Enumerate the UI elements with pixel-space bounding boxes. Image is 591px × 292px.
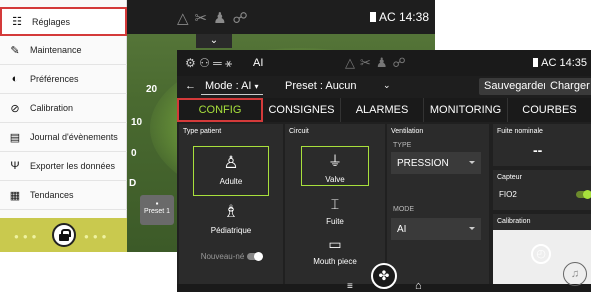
tab-courbes[interactable]: COURBES [508, 98, 591, 122]
status-bar: ⚙ ⚇ ═ ⚹ AI △✂♟☍ AC 14:35 [177, 50, 591, 76]
patient-circuit-icons: ⚙ ⚇ ═ ⚹ [185, 56, 233, 70]
screenshot-root: △✂♟☍ AC 14:38 ⌄ 20 10 0 D ▪ Preset 1 ☷ R… [0, 0, 591, 292]
calibration-icon: ◴ [531, 244, 551, 264]
d-label: D [129, 178, 137, 189]
alarm-status-icons: △✂♟☍ [345, 55, 411, 70]
sensor-panel: Capteur FIO2 [493, 170, 591, 210]
menu-item-calibration[interactable]: ⊘ Calibration [0, 94, 127, 123]
sliders-icon: ☷ [12, 16, 22, 28]
y-axis-label: 20 [146, 84, 158, 95]
preset-label: Preset 1 [143, 208, 171, 215]
menu-item-export[interactable]: Ψ Exporter les données [0, 152, 127, 181]
dots-left: ●●● [14, 232, 41, 241]
menu-item-journal[interactable]: ▤ Journal d'évènements [0, 123, 127, 152]
chevron-down-icon[interactable]: ⌄ [383, 80, 391, 91]
adult-icon: ♙ [223, 153, 239, 172]
circuit-valve-option[interactable]: ⏚ Valve [301, 146, 369, 186]
status-time: AC 14:35 [533, 57, 587, 69]
panel-title: Type patient [183, 128, 222, 135]
panel-title: Ventilation [391, 128, 424, 135]
leak-nominal-value: -- [533, 142, 543, 158]
status-mode: AI [253, 57, 264, 69]
leak-icon: ⌶ [330, 196, 340, 212]
menu-item-label: Exporter les données [30, 161, 116, 171]
preferences-icon: ◐ [11, 73, 19, 85]
y-axis-label: 0 [131, 148, 137, 159]
mode-select[interactable]: Mode : AI ▾ [201, 79, 263, 95]
ventilation-panel: Ventilation TYPE PRESSION MODE AI [387, 124, 489, 284]
sensor-item-label: FIO2 [499, 190, 517, 199]
panel-title: Fuite nominale [497, 128, 543, 135]
lock-bar: ●●● ●●● [0, 218, 127, 252]
load-button[interactable]: Charger [545, 78, 591, 95]
panel-title: Capteur [497, 174, 522, 181]
dots-right: ●●● [84, 232, 111, 241]
mouthpiece-icon: ▭ [328, 236, 342, 252]
pediatric-icon: ♗ [223, 202, 239, 221]
lock-button[interactable] [52, 223, 76, 247]
usb-icon: Ψ [10, 160, 20, 172]
ventilation-type-select[interactable]: PRESSION [391, 152, 481, 174]
back-alarm-icons: △✂♟☍ [177, 10, 254, 27]
preset-status: Preset : Aucun [285, 80, 357, 92]
circuit-panel: Circuit ⏚ Valve ⌶ Fuite ▭ Mouth piece [285, 124, 385, 284]
battery-icon [369, 12, 376, 22]
ventilation-mode-select[interactable]: AI [391, 218, 481, 240]
tab-alarmes[interactable]: ALARMES [341, 98, 424, 122]
chevron-down-icon[interactable]: ⌄ [196, 34, 232, 48]
menu-item-label: Tendances [30, 190, 74, 200]
menu-item-preferences[interactable]: ◐ Préférences [0, 65, 127, 94]
back-status-bar: △✂♟☍ AC 14:38 [127, 0, 435, 34]
type-patient-panel: Type patient ♙ Adulte ♗ Pédiatrique Nouv… [179, 124, 283, 284]
preset-button[interactable]: ▪ Preset 1 [140, 195, 174, 225]
alarm-bell-icon[interactable]: ♫ [563, 262, 587, 286]
patient-newborn-option[interactable]: Nouveau-né [183, 252, 279, 266]
tab-bar: CONFIG CONSIGNES ALARMES MONITORING COUR… [177, 98, 591, 122]
y-axis-label: 10 [131, 117, 143, 128]
menu-item-reglages[interactable]: ☷ Réglages [0, 7, 127, 36]
menu-item-maintenance[interactable]: ✎ Maintenance [0, 36, 127, 65]
menu-item-label: Réglages [32, 16, 71, 27]
tab-consignes[interactable]: CONSIGNES [263, 98, 341, 122]
back-time: AC 14:38 [369, 10, 429, 24]
side-menu: ☷ Réglages ✎ Maintenance ◐ Préférences ⊘… [0, 0, 127, 252]
foreground-device-screen: ⚙ ⚇ ═ ⚹ AI △✂♟☍ AC 14:35 ← Mode : AI ▾ P… [177, 50, 591, 292]
wrench-icon: ✎ [10, 44, 20, 57]
circuit-mouthpiece-option[interactable]: ▭ Mouth piece [301, 236, 369, 268]
panel-title: Circuit [289, 128, 309, 135]
journal-icon: ▤ [9, 131, 21, 144]
fan-icon[interactable]: ✤ [371, 263, 397, 289]
valve-icon: ⏚ [328, 153, 342, 169]
patient-adult-option[interactable]: ♙ Adulte [193, 146, 269, 196]
mode-label: MODE [393, 206, 414, 213]
lock-icon [59, 229, 71, 241]
dropdown-icon [469, 227, 475, 230]
panel-title: Calibration [497, 218, 531, 225]
menu-icon[interactable]: ≡ [347, 281, 353, 292]
tab-monitoring[interactable]: MONITORING [424, 98, 508, 122]
tab-config[interactable]: CONFIG [177, 98, 263, 122]
patient-pediatric-option[interactable]: ♗ Pédiatrique [193, 202, 269, 242]
fio2-toggle[interactable] [576, 190, 591, 199]
home-icon[interactable]: ⌂ [415, 280, 422, 292]
menu-item-label: Préférences [30, 74, 79, 84]
menu-item-label: Journal d'évènements [30, 132, 118, 142]
type-label: TYPE [393, 142, 412, 149]
dropdown-icon [469, 161, 475, 164]
calibration-icon: ⊘ [10, 102, 20, 115]
newborn-toggle[interactable] [247, 252, 264, 262]
grid-icon: ▦ [9, 189, 21, 202]
preset-icon: ▪ [155, 199, 159, 208]
save-button[interactable]: Sauvegarder [479, 78, 552, 95]
menu-item-label: Maintenance [30, 45, 82, 55]
back-arrow-icon[interactable]: ← [185, 80, 196, 92]
menu-item-tendances[interactable]: ▦ Tendances [0, 181, 127, 210]
toolbar: ← Mode : AI ▾ Preset : Aucun ⌄ Sauvegard… [177, 76, 591, 98]
dropdown-icon: ▾ [254, 82, 259, 91]
leak-nominal-panel: Fuite nominale -- [493, 124, 591, 166]
battery-icon [533, 58, 539, 67]
menu-item-label: Calibration [30, 103, 74, 113]
circuit-leak-option[interactable]: ⌶ Fuite [301, 196, 369, 228]
